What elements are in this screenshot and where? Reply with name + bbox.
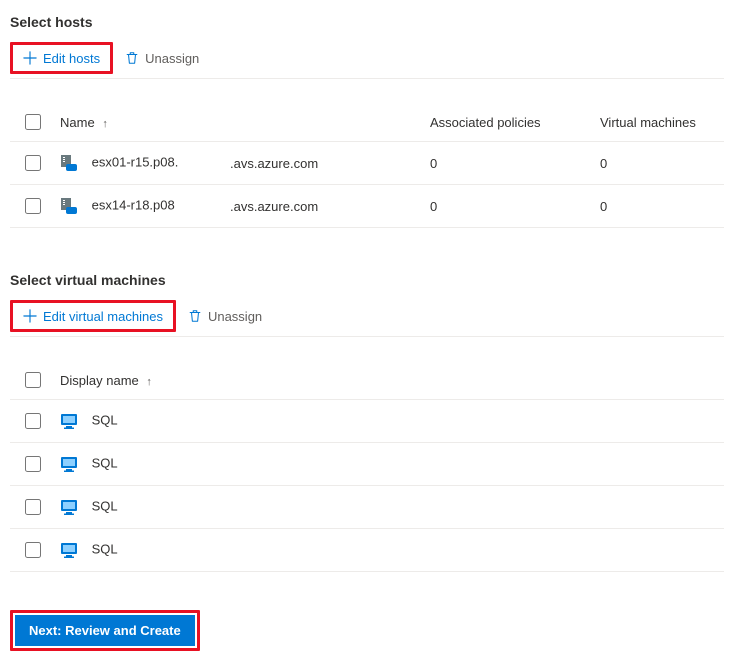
- hosts-select-all-checkbox[interactable]: [25, 114, 41, 130]
- divider: [10, 78, 724, 79]
- edit-hosts-button[interactable]: Edit hosts: [10, 42, 113, 74]
- host-name: esx01-r15.p08.: [92, 154, 179, 169]
- plus-icon: [23, 309, 37, 323]
- unassign-vms-button[interactable]: Unassign: [178, 300, 272, 332]
- host-vms: 0: [594, 185, 724, 228]
- sort-ascending-icon: ↑: [146, 376, 152, 388]
- vm-icon: [60, 455, 78, 473]
- row-checkbox[interactable]: [25, 542, 41, 558]
- table-row[interactable]: esx14-r18.p08 .avs.azure.com 0 0: [10, 185, 724, 228]
- row-checkbox[interactable]: [25, 155, 41, 171]
- vms-select-all-checkbox[interactable]: [25, 372, 41, 388]
- plus-icon: [23, 51, 37, 65]
- hosts-col-assoc[interactable]: Associated policies: [424, 103, 594, 142]
- row-checkbox[interactable]: [25, 413, 41, 429]
- table-row[interactable]: esx01-r15.p08. .avs.azure.com 0 0: [10, 142, 724, 185]
- vm-display-name: SQL: [92, 455, 118, 470]
- host-icon: [60, 197, 78, 215]
- hosts-col-name[interactable]: Name: [60, 115, 95, 130]
- vm-icon: [60, 498, 78, 516]
- trash-icon: [125, 51, 139, 65]
- host-domain: .avs.azure.com: [224, 185, 424, 228]
- next-review-create-button[interactable]: Next: Review and Create: [15, 615, 195, 646]
- hosts-table: Name ↑ Associated policies Virtual machi…: [10, 103, 724, 228]
- host-assoc: 0: [424, 142, 594, 185]
- vms-toolbar: Edit virtual machines Unassign: [10, 300, 724, 332]
- edit-hosts-label: Edit hosts: [43, 51, 100, 66]
- vms-table: Display name ↑ SQL SQL SQL: [10, 361, 724, 572]
- host-name: esx14-r18.p08: [92, 197, 175, 212]
- host-vms: 0: [594, 142, 724, 185]
- table-row[interactable]: SQL: [10, 443, 724, 486]
- host-domain: .avs.azure.com: [224, 142, 424, 185]
- host-assoc: 0: [424, 185, 594, 228]
- vm-icon: [60, 412, 78, 430]
- footer: Next: Review and Create: [10, 610, 724, 651]
- row-checkbox[interactable]: [25, 198, 41, 214]
- vms-col-display-name[interactable]: Display name: [60, 373, 139, 388]
- row-checkbox[interactable]: [25, 499, 41, 515]
- hosts-section-title: Select hosts: [10, 14, 724, 30]
- edit-vms-label: Edit virtual machines: [43, 309, 163, 324]
- vm-display-name: SQL: [92, 412, 118, 427]
- hosts-toolbar: Edit hosts Unassign: [10, 42, 724, 74]
- hosts-col-vms[interactable]: Virtual machines: [594, 103, 724, 142]
- table-row[interactable]: SQL: [10, 486, 724, 529]
- vm-display-name: SQL: [92, 541, 118, 556]
- divider: [10, 336, 724, 337]
- table-row[interactable]: SQL: [10, 529, 724, 572]
- vm-icon: [60, 541, 78, 559]
- trash-icon: [188, 309, 202, 323]
- unassign-hosts-button[interactable]: Unassign: [115, 42, 209, 74]
- next-button-label: Next: Review and Create: [29, 623, 181, 638]
- vm-display-name: SQL: [92, 498, 118, 513]
- table-row[interactable]: SQL: [10, 400, 724, 443]
- hosts-header-row: Name ↑ Associated policies Virtual machi…: [10, 103, 724, 142]
- vms-header-row: Display name ↑: [10, 361, 724, 400]
- unassign-vms-label: Unassign: [208, 309, 262, 324]
- edit-vms-button[interactable]: Edit virtual machines: [10, 300, 176, 332]
- unassign-hosts-label: Unassign: [145, 51, 199, 66]
- vms-section-title: Select virtual machines: [10, 272, 724, 288]
- row-checkbox[interactable]: [25, 456, 41, 472]
- sort-ascending-icon: ↑: [102, 118, 108, 130]
- host-icon: [60, 154, 78, 172]
